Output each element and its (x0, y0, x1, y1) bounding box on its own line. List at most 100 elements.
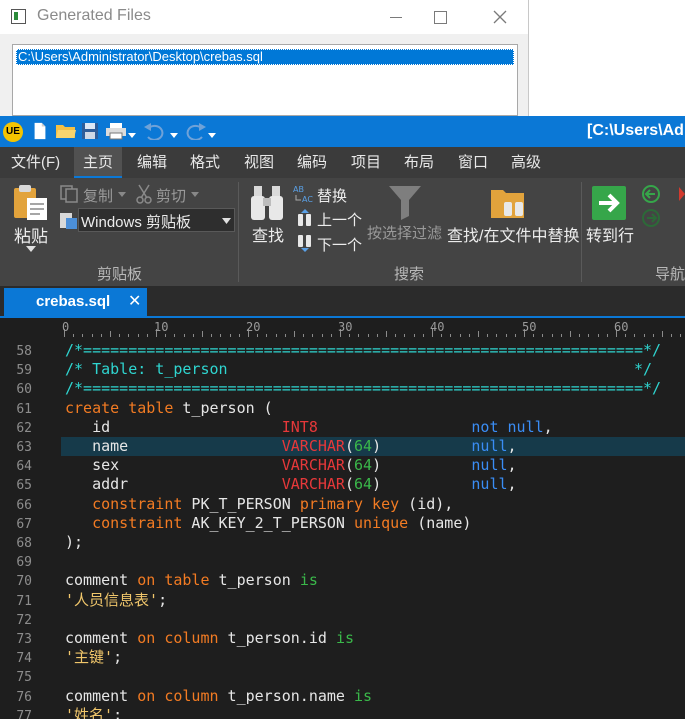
open-folder-icon[interactable] (55, 122, 77, 140)
ruler-tick (652, 334, 654, 337)
file-tab[interactable]: crebas.sql ✕ (4, 288, 147, 316)
code-line[interactable]: '人员信息表'; (65, 591, 167, 610)
undo-icon[interactable] (142, 122, 168, 140)
code-line[interactable]: '姓名'; (65, 706, 122, 719)
binoculars-icon[interactable] (250, 184, 286, 222)
find-previous-icon[interactable] (296, 209, 314, 227)
print-icon[interactable] (105, 122, 127, 140)
maximize-button[interactable] (420, 4, 460, 30)
code-line[interactable]: comment on table t_person is (65, 571, 318, 590)
menu-window[interactable]: 窗口 (449, 147, 497, 178)
code-line[interactable]: comment on column t_person.id is (65, 629, 354, 648)
code-token: comment (65, 629, 138, 647)
ruler-tick (579, 334, 581, 337)
code-editor[interactable]: 58 59 60 61 62 63 64 65 66 67 68 69 70 71 72 73 74 75 76 77… (0, 338, 685, 719)
new-file-icon[interactable] (32, 122, 48, 140)
ue-window-title: [C:\Users\Ad (587, 122, 684, 139)
code-token: (name) (408, 513, 472, 532)
code-token: on (137, 571, 156, 590)
code-token: '主键' (65, 648, 114, 667)
chevron-down-icon[interactable] (222, 218, 231, 224)
ruler-tick (229, 334, 231, 337)
paste-label[interactable]: 粘贴 (14, 222, 48, 247)
find-in-files-icon[interactable] (490, 184, 528, 222)
replace-label[interactable]: 替换 (317, 185, 347, 206)
find-next-icon[interactable] (296, 234, 314, 252)
code-line[interactable]: id INT8 not null, (65, 418, 553, 437)
code-line[interactable]: /*======================================… (65, 379, 661, 398)
chevron-down-icon[interactable] (128, 127, 136, 145)
line-number: 72 (16, 612, 32, 628)
redo-icon[interactable] (182, 122, 208, 140)
code-line[interactable]: /* Table: t_person */ (65, 360, 652, 379)
paste-icon[interactable] (12, 184, 50, 222)
code-line[interactable]: addr VARCHAR(64) null, (65, 475, 516, 494)
line-number: 60 (16, 382, 32, 398)
minimize-button[interactable] (377, 4, 417, 30)
code-token: VARCHAR (281, 456, 345, 475)
code-line[interactable]: constraint AK_KEY_2_T_PERSON unique (nam… (65, 514, 471, 533)
code-line[interactable]: '主键'; (65, 648, 122, 667)
ruler-tick (625, 334, 627, 337)
generated-files-list[interactable]: C:\Users\Administrator\Desktop\crebas.sq… (12, 44, 518, 116)
code-line[interactable]: create table t_person ( (65, 399, 273, 418)
nav-forward-icon[interactable] (641, 208, 661, 228)
code-line[interactable]: comment on column t_person.name is (65, 687, 372, 706)
ruler-tick (588, 334, 590, 337)
ruler-tick (82, 334, 84, 337)
filter-label[interactable]: 按选择过滤 (367, 222, 442, 243)
menu-edit[interactable]: 编辑 (128, 147, 176, 178)
menu-advanced[interactable]: 高级 (502, 147, 550, 178)
filter-icon[interactable] (388, 184, 422, 220)
chevron-down-icon[interactable] (170, 127, 178, 145)
code-token: ) (372, 437, 382, 455)
code-line[interactable]: ); (65, 533, 83, 552)
code-line[interactable]: name VARCHAR(64) null, (65, 437, 516, 456)
goto-line-icon[interactable] (591, 185, 627, 221)
chevron-down-icon[interactable] (208, 127, 216, 145)
chevron-down-icon[interactable] (26, 246, 36, 253)
tab-close-icon[interactable]: ✕ (128, 291, 141, 311)
menu-view[interactable]: 视图 (235, 147, 283, 178)
chevron-down-icon (118, 192, 126, 197)
close-button[interactable] (480, 4, 520, 30)
find-label[interactable]: 查找 (252, 222, 284, 246)
menu-layout[interactable]: 布局 (395, 147, 443, 178)
code-token: ) (372, 475, 382, 494)
copy-label[interactable]: 复制 (83, 185, 113, 206)
code-line[interactable]: constraint PK_T_PERSON primary key (id), (65, 495, 453, 514)
code-token: ( (344, 456, 354, 475)
save-icon[interactable] (81, 122, 99, 140)
ruler-tick (450, 334, 452, 337)
code-token: id (65, 417, 282, 436)
ruler-tick (634, 334, 636, 337)
menu-project[interactable]: 项目 (342, 147, 390, 178)
code-line[interactable]: /*======================================… (65, 341, 661, 360)
nav-back-icon[interactable] (641, 184, 661, 204)
menu-format[interactable]: 格式 (181, 147, 229, 178)
find-in-files-label[interactable]: 查找/在文件中替换 (447, 222, 579, 246)
ruler-tick (119, 334, 121, 337)
cut-label[interactable]: 剪切 (156, 185, 186, 206)
menu-file[interactable]: 文件(F) (2, 147, 69, 178)
code-line[interactable]: sex VARCHAR(64) null, (65, 456, 516, 475)
code-token: AK_KEY_2_T_PERSON (182, 513, 354, 532)
find-previous-label[interactable]: 上一个 (317, 209, 362, 230)
list-item[interactable]: C:\Users\Administrator\Desktop\crebas.sq… (16, 49, 514, 65)
clipboard-select-value: Windows 剪贴板 (81, 214, 192, 231)
ruler-tick (100, 334, 102, 337)
copy-icon[interactable] (60, 185, 78, 203)
code-token: unique (354, 513, 409, 532)
replace-icon[interactable]: AB AC (293, 183, 315, 203)
ribbon-separator (581, 182, 582, 282)
code-token: 64 (354, 437, 373, 455)
clipboard-select[interactable]: Windows 剪贴板 (78, 208, 235, 232)
cut-icon[interactable] (135, 184, 153, 204)
code-token: /*======================================… (65, 341, 662, 359)
menu-encoding[interactable]: 编码 (288, 147, 336, 178)
bookmark-icon[interactable] (673, 184, 685, 204)
menu-home[interactable]: 主页 (74, 147, 123, 178)
find-next-label[interactable]: 下一个 (317, 234, 362, 255)
goto-line-label[interactable]: 转到行 (586, 222, 634, 246)
